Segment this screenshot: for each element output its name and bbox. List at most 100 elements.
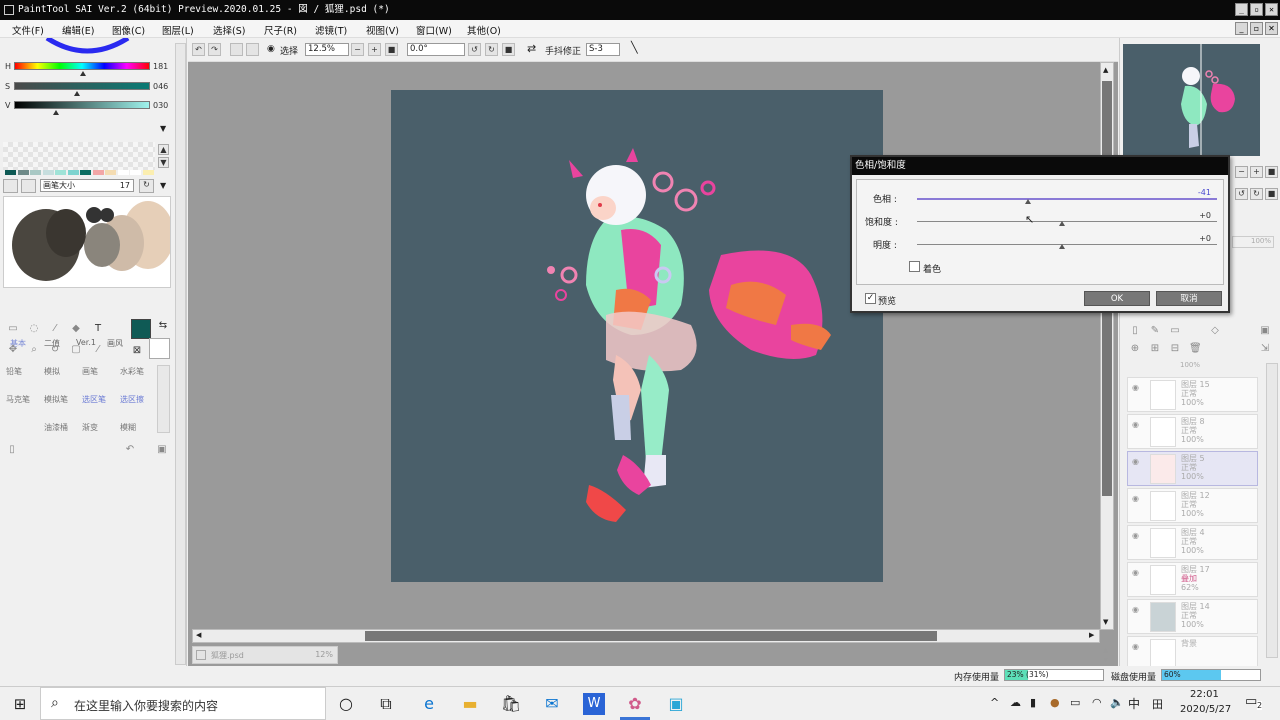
onedrive-icon[interactable]: ☁ — [1010, 696, 1021, 709]
delete-layer-icon[interactable]: 🗑 — [1189, 343, 1202, 355]
zoom-reset-button[interactable]: ■ — [385, 43, 398, 56]
layer-item[interactable]: ◉ 图层 5 正常 100% — [1127, 451, 1258, 486]
swatch-menu-icon[interactable]: ▼ — [160, 124, 166, 133]
nav-zoom-out-button[interactable]: − — [1235, 166, 1248, 178]
doc-scroll-up-icon[interactable]: ▲ — [1103, 646, 1114, 656]
brush-analog-pen[interactable]: 模拟笔 — [44, 394, 68, 405]
windows-start-icon[interactable]: ⊞ — [9, 693, 31, 715]
copy-layer-icon[interactable]: ⊞ — [1149, 343, 1161, 355]
invert-select-button[interactable] — [246, 43, 259, 56]
saturation-slider-handle[interactable] — [74, 91, 80, 96]
menu-edit[interactable]: 编辑(E) — [62, 23, 94, 37]
cortana-icon[interactable]: ○ — [335, 693, 357, 715]
brush-next-button[interactable] — [21, 179, 36, 193]
nav-zoom-in-button[interactable]: + — [1250, 166, 1263, 178]
brush-analog[interactable]: 模拟 — [44, 366, 60, 377]
minimize-button[interactable]: _ — [1235, 3, 1248, 16]
canvas-horizontal-scrollbar[interactable]: ◀ ▶ — [192, 629, 1100, 643]
network-icon[interactable]: ▭ — [1070, 696, 1080, 709]
text-tool-icon[interactable]: T — [92, 323, 104, 335]
brush-brush[interactable]: 画笔 — [82, 366, 98, 377]
zoom-out-button[interactable]: − — [351, 43, 364, 56]
lightness-adjust-slider[interactable] — [917, 244, 1217, 245]
redo-button[interactable]: ↷ — [208, 43, 221, 56]
hue-adjust-handle[interactable] — [1025, 199, 1031, 204]
undo-button[interactable]: ↶ — [192, 43, 205, 56]
eyedropper-icon[interactable]: ⁄ — [92, 344, 104, 356]
menu-other[interactable]: 其他(O) — [467, 23, 501, 37]
task-view-icon[interactable]: ⧉ — [375, 693, 397, 715]
scroll-right-icon[interactable]: ▶ — [1089, 631, 1094, 639]
menu-layer[interactable]: 图层(L) — [162, 23, 194, 37]
volume-icon[interactable]: 🔈 — [1110, 696, 1124, 709]
rotate-reset-button[interactable]: ■ — [502, 43, 515, 56]
lasso-icon[interactable]: ◌ — [28, 323, 40, 335]
tray-chevron-icon[interactable]: ^ — [990, 696, 999, 709]
eye-icon[interactable]: ◉ — [1132, 531, 1139, 540]
menu-file[interactable]: 文件(F) — [12, 23, 44, 37]
straight-line-icon[interactable]: ╲ — [631, 41, 638, 54]
eye-icon[interactable]: ◉ — [1132, 642, 1139, 651]
saturation-adjust-handle[interactable] — [1059, 221, 1065, 226]
new-folder-icon[interactable]: ▭ — [1169, 325, 1181, 337]
brush-settings-button[interactable]: ↻ — [139, 179, 154, 193]
maximize-button[interactable]: ▫ — [1250, 3, 1263, 16]
hue-slider-handle[interactable] — [80, 71, 86, 76]
app-tray-icon[interactable]: ● — [1050, 696, 1060, 709]
preview-checkbox[interactable]: ✓ — [865, 293, 876, 304]
secondary-color-swatch[interactable] — [149, 338, 170, 359]
layer-item[interactable]: ◉ 图层 12 正常 100% — [1127, 488, 1258, 523]
new-layer-icon[interactable]: ▯ — [1129, 325, 1141, 337]
ime-indicator[interactable]: 中 — [1128, 695, 1140, 712]
left-panel-scrollbar[interactable] — [175, 43, 186, 665]
brush-delete-icon[interactable]: ▯ — [6, 444, 18, 456]
scroll-up-icon[interactable]: ▲ — [1103, 66, 1108, 74]
menu-view[interactable]: 视图(V) — [366, 23, 399, 37]
brush-menu-icon[interactable]: ▼ — [160, 181, 166, 190]
canvas-vertical-scrollbar[interactable]: ▲ ▼ — [1100, 62, 1114, 630]
eye-icon[interactable]: ◉ — [1132, 605, 1139, 614]
edge-browser-icon[interactable]: e — [418, 693, 440, 715]
tab-style[interactable]: 画风 — [107, 338, 123, 349]
menu-filter[interactable]: 滤镜(T) — [315, 23, 347, 37]
clock-time[interactable]: 22:01 — [1190, 689, 1219, 700]
doc-minimize-button[interactable]: _ — [1235, 22, 1248, 35]
doc-restore-button[interactable]: ▫ — [1250, 22, 1263, 35]
new-linework-layer-icon[interactable]: ✎ — [1149, 325, 1161, 337]
select-rect-icon[interactable]: ▭ — [7, 323, 19, 335]
eye-icon[interactable]: ◉ — [1132, 568, 1139, 577]
cancel-button[interactable]: 取消 — [1156, 291, 1222, 306]
app-window-icon[interactable]: ▣ — [665, 693, 687, 715]
layer-item[interactable]: ◉ 图层 8 正常 100% — [1127, 414, 1258, 449]
input-mode-icon[interactable]: 田 — [1152, 696, 1163, 712]
rotate-ccw-button[interactable]: ↺ — [468, 43, 481, 56]
clock-date[interactable]: 2020/5/27 — [1180, 704, 1231, 715]
battery-icon[interactable]: ▮ — [1030, 696, 1036, 709]
layer-opacity-field[interactable]: 100% — [1232, 236, 1274, 248]
zoom-in-button[interactable]: + — [368, 43, 381, 56]
painttool-sai-icon[interactable]: ✿ — [624, 693, 646, 715]
canvas-paper[interactable] — [391, 90, 883, 582]
ok-button[interactable]: OK — [1084, 291, 1150, 306]
select-eye-icon[interactable]: ◉ — [267, 44, 275, 54]
deselect-button[interactable] — [230, 43, 243, 56]
bucket-icon[interactable]: ◆ — [70, 323, 82, 335]
transparent-color-icon[interactable]: ⊠ — [131, 345, 143, 357]
hue-adjust-slider[interactable] — [917, 198, 1217, 200]
scroll-down-icon[interactable]: ▼ — [1103, 618, 1108, 626]
value-slider[interactable] — [14, 101, 150, 109]
layer-item[interactable]: ◉ 图层 14 正常 100% — [1127, 599, 1258, 634]
layer-menu-icon[interactable]: ▣ — [1259, 325, 1271, 337]
rotate-cw-button[interactable]: ↻ — [485, 43, 498, 56]
brush-pencil[interactable]: 铅笔 — [6, 366, 22, 377]
mail-icon[interactable]: ✉ — [541, 693, 563, 715]
layer-expand-icon[interactable]: ⇲ — [1259, 343, 1271, 355]
scratch-down-button[interactable]: ▼ — [158, 157, 169, 168]
doc-close-button[interactable]: ✕ — [1265, 22, 1278, 35]
brush-selection-pen[interactable]: 选区笔 — [82, 394, 106, 405]
lightness-adjust-handle[interactable] — [1059, 244, 1065, 249]
nav-reset-button[interactable]: ■ — [1265, 166, 1278, 178]
rotate-tool-icon[interactable]: ↻ — [49, 344, 61, 356]
store-icon[interactable]: 🛍 — [500, 693, 522, 715]
layer-item[interactable]: ◉ 图层 15 正常 100% — [1127, 377, 1258, 412]
